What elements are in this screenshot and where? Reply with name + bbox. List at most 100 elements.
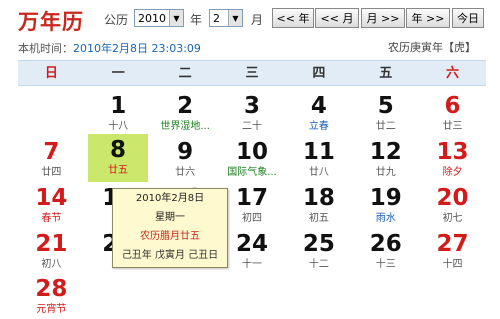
day-lunar: 廿五: [108, 165, 128, 176]
day-number: 10: [235, 139, 268, 165]
gongli-label: 公历: [104, 13, 129, 27]
day-cell[interactable]: 12 廿九: [352, 136, 419, 182]
year-select[interactable]: 2010 ▼: [134, 9, 184, 27]
local-time-value: 2010年2月8日 23:03:09: [73, 42, 201, 55]
day-cell[interactable]: 13 除夕: [419, 136, 486, 182]
local-time: 本机时间：2010年2月8日 23:03:09: [18, 40, 201, 56]
day-cell-today[interactable]: 8 廿五: [88, 134, 148, 182]
day-lunar: 廿三: [442, 121, 463, 132]
day-lunar: 初五: [308, 213, 329, 224]
day-cell[interactable]: 7 廿四: [18, 136, 85, 182]
prev-year-button[interactable]: << 年: [272, 8, 314, 28]
day-lunar: 十二: [308, 259, 329, 270]
next-month-button[interactable]: 月 >>: [361, 8, 405, 28]
day-lunar: 十三: [375, 259, 396, 270]
day-number: 14: [35, 185, 68, 211]
month-select[interactable]: 2 ▼: [209, 9, 243, 27]
day-lunar: 元宵节: [36, 304, 67, 315]
day-cell[interactable]: 10 国际气象...: [219, 136, 286, 182]
day-lunar: 立春: [308, 121, 329, 132]
day-cell[interactable]: 24 十一: [219, 228, 286, 274]
day-lunar: 廿六: [175, 167, 196, 178]
day-cell[interactable]: 5 廿二: [352, 90, 419, 136]
weekday-wed: 三: [245, 66, 259, 81]
day-lunar: 除夕: [442, 167, 463, 178]
lunar-year: 农历庚寅年【虎】: [388, 41, 476, 54]
day-number: 2: [177, 93, 194, 119]
weekday-fri: 五: [379, 66, 393, 81]
year-label: 年: [190, 13, 203, 27]
day-cell[interactable]: 4 立春: [285, 90, 352, 136]
day-number: 6: [444, 93, 461, 119]
day-number: 7: [43, 139, 60, 165]
weekday-tue: 二: [178, 66, 192, 81]
day-number: 11: [302, 139, 335, 165]
tooltip-date: 2010年2月8日: [135, 193, 205, 204]
day-cell[interactable]: 2 世界湿地...: [152, 90, 219, 136]
day-cell[interactable]: 3 二十: [219, 90, 286, 136]
day-lunar: 世界湿地...: [160, 121, 210, 132]
day-lunar: 十四: [442, 259, 463, 270]
day-cell[interactable]: 1 十八: [85, 90, 152, 136]
day-number: 8: [109, 137, 126, 163]
day-number: 3: [243, 93, 260, 119]
day-cell[interactable]: 21 初八: [18, 228, 85, 274]
day-cell[interactable]: 14 春节: [18, 182, 85, 228]
day-number: 27: [436, 231, 469, 257]
tooltip-lunar-date: 农历腊月廿五: [140, 231, 200, 242]
day-number: 21: [35, 231, 68, 257]
weekday-sun: 日: [44, 66, 58, 81]
weekday-mon: 一: [111, 66, 125, 81]
day-cell[interactable]: 6 廿三: [419, 90, 486, 136]
day-lunar: 春节: [41, 213, 62, 224]
month-select-value: 2: [213, 11, 220, 25]
day-lunar: 廿九: [375, 167, 396, 178]
day-lunar: 二十: [241, 121, 262, 132]
month-label: 月: [251, 13, 264, 27]
day-cell[interactable]: 20 初七: [419, 182, 486, 228]
day-number: 9: [177, 139, 194, 165]
today-button[interactable]: 今日: [452, 8, 484, 28]
day-number: 4: [310, 93, 327, 119]
day-lunar: 国际气象...: [227, 167, 277, 178]
day-number: 19: [369, 185, 402, 211]
day-number: 18: [302, 185, 335, 211]
day-cell[interactable]: 28 元宵节: [18, 273, 85, 319]
chevron-down-icon[interactable]: ▼: [169, 10, 183, 26]
local-time-label: 本机时间：: [18, 42, 73, 55]
day-number: 1: [110, 93, 127, 119]
year-select-value: 2010: [138, 11, 166, 25]
day-number: 13: [436, 139, 469, 165]
day-cell[interactable]: 18 初五: [285, 182, 352, 228]
day-lunar: 初七: [442, 213, 463, 224]
day-cell[interactable]: 27 十四: [419, 228, 486, 274]
next-year-button[interactable]: 年 >>: [406, 8, 450, 28]
prev-month-button[interactable]: << 月: [315, 8, 359, 28]
day-cell[interactable]: 25 十二: [285, 228, 352, 274]
weekday-sat: 六: [446, 66, 460, 81]
day-lunar: 十八: [108, 121, 129, 132]
chevron-down-icon[interactable]: ▼: [228, 10, 242, 26]
day-number: 24: [235, 231, 268, 257]
day-tooltip: 2010年2月8日 星期一 农历腊月廿五 己丑年 戊寅月 己丑日: [112, 188, 228, 268]
day-lunar: 廿二: [375, 121, 396, 132]
weekday-thu: 四: [312, 66, 326, 81]
day-number: 26: [369, 231, 402, 257]
day-cell[interactable]: 26 十三: [352, 228, 419, 274]
app-title: 万年历: [18, 9, 84, 34]
day-lunar: 雨水: [375, 213, 396, 224]
day-number: 17: [235, 185, 268, 211]
day-cell[interactable]: 19 雨水: [352, 182, 419, 228]
day-lunar: 廿八: [308, 167, 329, 178]
day-number: 28: [35, 276, 68, 302]
day-number: 20: [436, 185, 469, 211]
tooltip-ganzhi: 己丑年 戊寅月 己丑日: [121, 250, 219, 261]
day-cell[interactable]: 9 廿六: [152, 136, 219, 182]
day-cell[interactable]: 17 初四: [219, 182, 286, 228]
day-lunar: 廿四: [41, 167, 62, 178]
day-cell[interactable]: 11 廿八: [285, 136, 352, 182]
day-lunar: 初四: [241, 213, 262, 224]
tooltip-weekday: 星期一: [155, 212, 185, 223]
weekday-header: 日 一 二 三 四 五 六: [18, 60, 486, 86]
day-number: 12: [369, 139, 402, 165]
